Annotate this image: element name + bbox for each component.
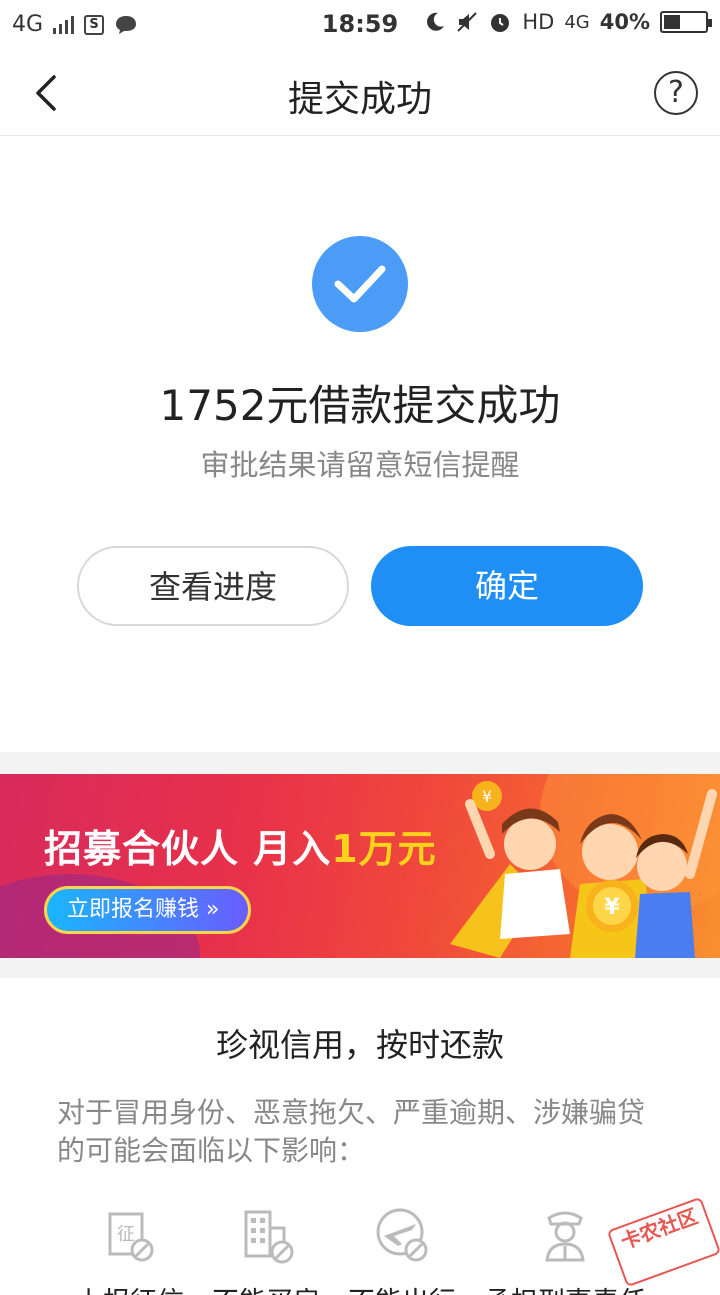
view-progress-button[interactable]: 查看进度 [77, 546, 349, 626]
section-divider [0, 958, 720, 978]
credit-report-icon: 征 [108, 1212, 154, 1262]
alarm-icon [491, 14, 510, 32]
credit-notice-description: 对于冒用身份、恶意拖欠、严重逾期、涉嫌骗贷的可能会面临以下影响： [57, 1096, 646, 1167]
police-icon [545, 1211, 585, 1262]
credit-notice-title: 珍视信用，按时还款 [215, 1026, 504, 1064]
svg-text:征: 征 [117, 1224, 135, 1245]
building-icon [244, 1210, 294, 1264]
consequence-label: 不能出行 [327, 1280, 477, 1295]
help-button[interactable]: ? [654, 71, 698, 115]
section-divider [0, 752, 720, 774]
svg-text:¥: ¥ [482, 787, 492, 806]
consequence-no-travel: 不能出行 [327, 1206, 477, 1295]
plane-icon [376, 1208, 428, 1262]
question-icon: ? [668, 75, 684, 110]
success-check-icon [312, 236, 408, 332]
network-right-label: 4G [564, 11, 590, 33]
status-right: HD 4G 40% [424, 10, 712, 34]
banner-headline: 招募合伙人 月入1万元 [44, 818, 437, 873]
battery-icon [660, 11, 712, 33]
mute-icon [457, 12, 478, 32]
banner-signup-button[interactable]: 立即报名赚钱 » [44, 886, 251, 934]
consequence-no-house: 不能买房 [191, 1206, 341, 1295]
battery-percent: 40% [599, 10, 650, 34]
top-nav-bar: 提交成功 ? [0, 50, 720, 136]
checkmark-icon [334, 265, 386, 303]
status-bar: 4G S 18:59 HD 4G 40% [0, 0, 720, 50]
consequence-label: 上报征信 [55, 1280, 205, 1295]
consequence-credit-report: 征 上报征信 [55, 1206, 205, 1295]
cheering-people-illustration: ¥ ¥ [450, 781, 717, 958]
moon-icon [427, 12, 445, 31]
svg-text:¥: ¥ [604, 895, 620, 920]
success-subtitle: 审批结果请留意短信提醒 [200, 448, 520, 482]
success-title: 1752元借款提交成功 [159, 381, 561, 430]
consequence-list: 征 上报征信 不能买房 不能出行 承担刑事责任 [0, 1206, 720, 1295]
banner-headline-text: 招募合伙人 月入 [44, 827, 332, 871]
page-title: 提交成功 [287, 79, 432, 120]
hd-label: HD [522, 10, 555, 34]
partner-recruit-banner[interactable]: 招募合伙人 月入1万元 立即报名赚钱 » ¥ ¥ [0, 774, 720, 958]
consequence-label: 不能买房 [191, 1280, 341, 1295]
confirm-button[interactable]: 确定 [371, 546, 643, 626]
